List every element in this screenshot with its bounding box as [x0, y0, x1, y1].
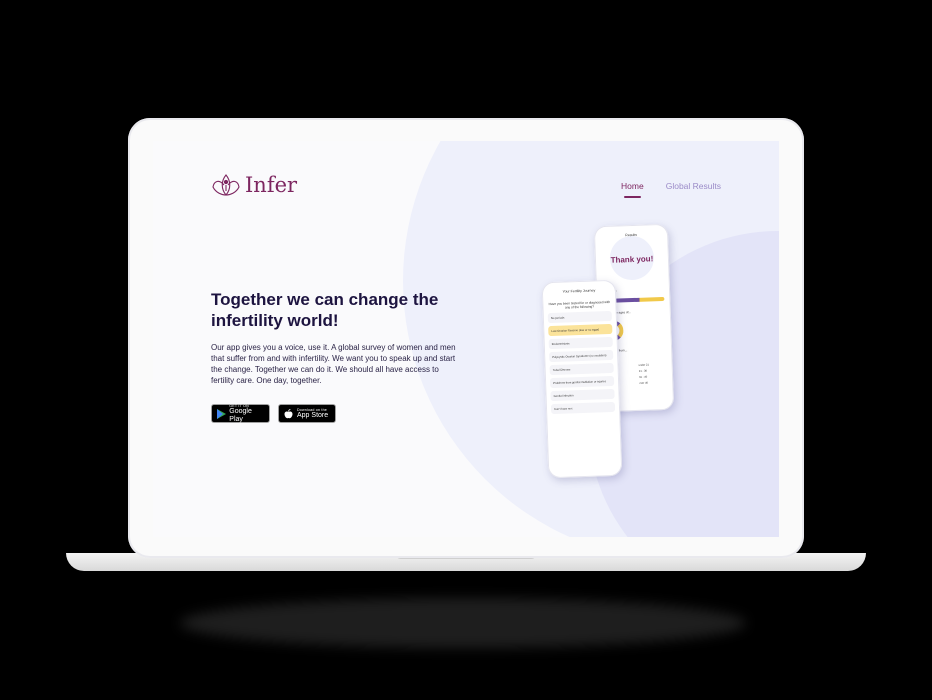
nav-global-results[interactable]: Global Results — [666, 181, 721, 191]
legend-item: over 40 — [639, 381, 648, 385]
age-legend: under 21 21 - 30 31 - 40 over 40 — [639, 363, 650, 387]
app-store-label: App Store — [297, 411, 329, 419]
play-icon — [216, 408, 226, 419]
survey-option[interactable]: Can't have sex — [550, 401, 616, 415]
hero-body: Our app gives you a voice, use it. A glo… — [211, 343, 456, 385]
laptop-shadow — [180, 598, 746, 648]
google-play-button[interactable]: GET IT ON Google Play — [211, 404, 270, 423]
survey-option[interactable]: Problems from genital mutilation or inju… — [549, 375, 615, 389]
thank-you-text: Thank you! — [610, 254, 654, 265]
survey-option[interactable]: Genital infection — [550, 388, 615, 402]
website-screen: Infer Home Global Results Together we ca… — [153, 141, 779, 537]
survey-option[interactable]: Tubal Disease — [549, 362, 614, 376]
survey-option-selected[interactable]: Low Ovarian Reserve (low or no eggs) — [548, 323, 613, 337]
brand-name: Infer — [245, 173, 298, 197]
nav-home[interactable]: Home — [621, 181, 644, 198]
main-nav: Home Global Results — [621, 181, 721, 198]
lotus-icon — [212, 174, 240, 196]
survey-option[interactable]: Polycystic Ovarian Syndrome (no ovulatio… — [549, 349, 614, 363]
google-play-label: Google Play — [229, 407, 252, 423]
survey-option[interactable]: No periods — [547, 310, 612, 324]
app-store-button[interactable]: Download on the App Store — [278, 404, 336, 423]
hero-headline: Together we can change the infertility w… — [211, 290, 439, 330]
phone-survey-mockup: Your Fertility Journey Have you been tes… — [541, 279, 623, 479]
app-store-small: Download on the — [297, 407, 327, 412]
apple-icon — [283, 408, 294, 419]
survey-question: Have you been tested for or diagnosed wi… — [548, 299, 611, 310]
logo[interactable]: Infer — [211, 171, 297, 199]
survey-option[interactable]: Endometriosis — [548, 336, 613, 350]
survey-title: Your Fertility Journey — [562, 288, 596, 294]
